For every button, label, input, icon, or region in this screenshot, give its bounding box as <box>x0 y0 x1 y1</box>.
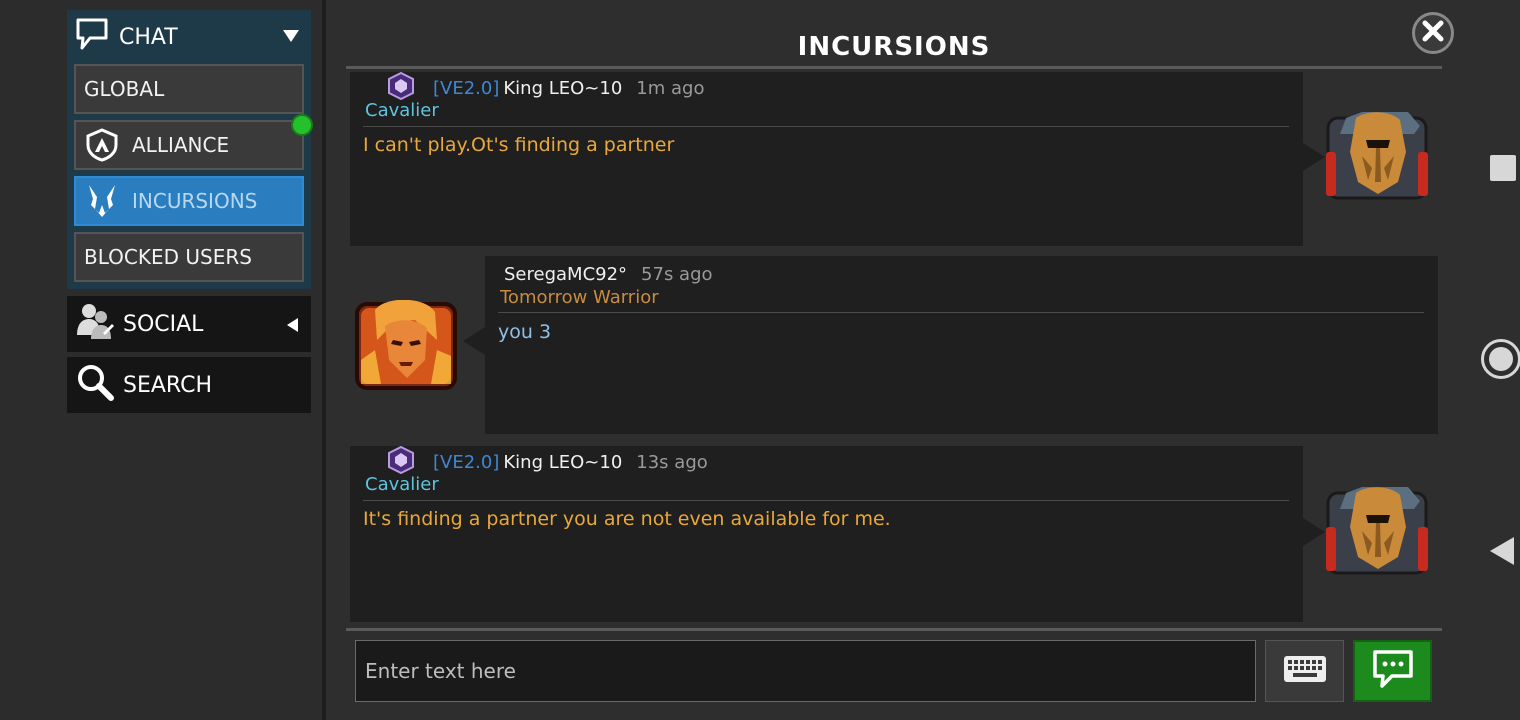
chat-tab-global[interactable]: GLOBAL <box>74 64 304 114</box>
divider <box>346 66 1442 69</box>
message-separator <box>363 126 1289 127</box>
timestamp: 57s ago <box>641 264 713 285</box>
chat-tab-global-label: GLOBAL <box>84 77 165 101</box>
chat-message: [VE2.0] King LEO~10 1m ago Cavalier I ca… <box>350 71 1303 246</box>
sidebar-item-search[interactable]: SEARCH <box>67 357 311 413</box>
keyboard-button[interactable] <box>1265 640 1344 702</box>
send-chat-icon <box>1372 649 1414 693</box>
chat-section: CHAT GLOBAL ALLIANCE INCURSIONS BLOCKED … <box>67 10 313 289</box>
social-users-icon <box>75 301 115 347</box>
online-indicator <box>291 114 313 136</box>
chevron-down-icon <box>283 30 299 42</box>
home-button[interactable] <box>1481 339 1520 379</box>
alliance-tag: [VE2.0] <box>433 78 500 99</box>
close-icon <box>1422 20 1444 46</box>
home-icon <box>1489 347 1513 371</box>
page-title: INCURSIONS <box>797 32 991 62</box>
chat-message: SeregaMC92° 57s ago Tomorrow Warrior you… <box>485 256 1438 434</box>
incursions-icon <box>84 183 120 219</box>
recents-button[interactable] <box>1490 155 1516 181</box>
divider <box>346 628 1442 631</box>
bubble-tail <box>463 327 485 355</box>
sidebar-item-search-label: SEARCH <box>123 372 213 398</box>
chat-header-label: CHAT <box>119 24 178 50</box>
username[interactable]: King LEO~10 <box>503 452 622 473</box>
user-rank: Cavalier <box>365 474 439 495</box>
username[interactable]: King LEO~10 <box>503 78 622 99</box>
message-separator <box>363 500 1289 501</box>
chat-tab-blocked-users[interactable]: BLOCKED USERS <box>74 232 304 282</box>
alliance-shield-icon <box>84 127 120 163</box>
chat-tab-alliance[interactable]: ALLIANCE <box>74 120 304 170</box>
username[interactable]: SeregaMC92° <box>504 264 627 285</box>
chat-tab-blocked-users-label: BLOCKED USERS <box>84 245 252 269</box>
keyboard-icon <box>1283 655 1327 687</box>
message-text: you 3 <box>498 321 552 343</box>
bubble-tail <box>1303 518 1325 546</box>
timestamp: 13s ago <box>636 452 708 473</box>
send-button[interactable] <box>1353 640 1432 702</box>
alliance-tag: [VE2.0] <box>433 452 500 473</box>
timestamp: 1m ago <box>636 78 705 99</box>
avatar[interactable] <box>1326 112 1428 202</box>
chat-tab-alliance-label: ALLIANCE <box>132 133 230 157</box>
sidebar-item-social[interactable]: SOCIAL <box>67 296 311 352</box>
chat-message-input[interactable] <box>355 640 1256 702</box>
message-text: It's finding a partner you are not even … <box>363 508 891 530</box>
user-rank: Cavalier <box>365 100 439 121</box>
sidebar-item-social-label: SOCIAL <box>123 311 204 337</box>
bubble-tail <box>1303 143 1325 171</box>
user-rank: Tomorrow Warrior <box>500 287 659 308</box>
magnifier-icon <box>75 362 115 408</box>
speech-bubble-icon <box>75 16 109 58</box>
message-separator <box>498 312 1424 313</box>
chat-tab-incursions[interactable]: INCURSIONS <box>74 176 304 226</box>
close-button[interactable] <box>1412 12 1454 54</box>
avatar[interactable] <box>1326 487 1428 577</box>
chat-tab-incursions-label: INCURSIONS <box>132 189 258 213</box>
chat-message: [VE2.0] King LEO~10 13s ago Cavalier It'… <box>350 445 1303 622</box>
message-text: I can't play.Ot's finding a partner <box>363 134 675 156</box>
chat-header[interactable]: CHAT <box>67 10 311 64</box>
chevron-left-icon <box>287 318 298 332</box>
avatar[interactable] <box>355 299 457 390</box>
back-button[interactable] <box>1490 537 1514 565</box>
panel-divider <box>322 0 326 720</box>
